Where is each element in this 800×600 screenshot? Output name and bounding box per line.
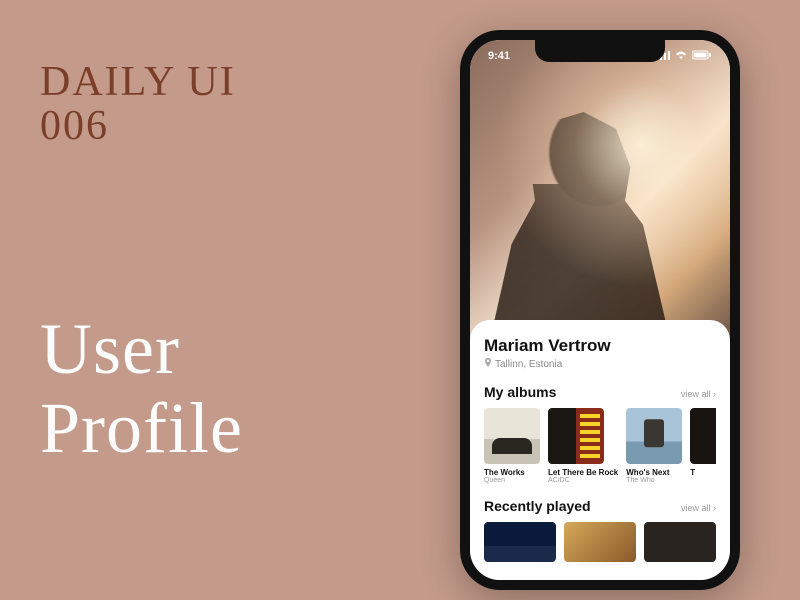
profile-photo [490,100,670,340]
profile-hero-image [470,40,730,340]
recent-view-all[interactable]: view all › [681,503,716,513]
album-artist: Queen [484,477,540,484]
album-card[interactable]: Who's Next The Who [626,408,682,484]
albums-row[interactable]: The Works Queen Let There Be Rock AC/DC … [484,408,716,484]
phone-frame: 9:41 Mariam Vertrow [460,30,740,590]
album-artist: AC/DC [548,477,618,484]
album-card[interactable]: The Works Queen [484,408,540,484]
album-title: The Works [484,468,540,477]
album-artist: The Who [626,477,682,484]
album-cover [626,408,682,464]
daily-ui-label: DAILY UI 006 [40,60,236,148]
profile-location: Tallinn, Estonia [484,358,716,370]
phone-screen: 9:41 Mariam Vertrow [470,40,730,580]
recent-title: Recently played [484,498,591,514]
album-title: Let There Be Rock [548,468,618,477]
profile-name: Mariam Vertrow [484,336,716,356]
profile-location-text: Tallinn, Estonia [495,359,562,370]
album-title: Who's Next [626,468,682,477]
albums-view-all[interactable]: view all › [681,389,716,399]
album-card[interactable]: T [690,408,716,484]
albums-section: My albums view all › The Works Queen Let… [484,384,716,484]
status-time: 9:41 [488,50,510,62]
page-title: User Profile [40,310,243,468]
album-cover [548,408,604,464]
content-sheet[interactable]: Mariam Vertrow Tallinn, Estonia My album… [470,320,730,580]
page-title-line2: Profile [40,389,243,468]
page-title-line1: User [40,310,243,389]
album-title: T [690,468,716,477]
daily-ui-line1: DAILY UI [40,60,236,104]
daily-ui-line2: 006 [40,104,236,148]
recent-item[interactable] [484,522,556,562]
album-cover [690,408,716,464]
battery-icon [692,50,712,63]
location-pin-icon [484,358,492,370]
recent-item[interactable] [564,522,636,562]
recent-row[interactable] [484,522,716,562]
notch [535,40,665,62]
album-card[interactable]: Let There Be Rock AC/DC [548,408,618,484]
recent-section: Recently played view all › [484,498,716,562]
wifi-icon [674,50,688,63]
albums-title: My albums [484,384,556,400]
recent-item[interactable] [644,522,716,562]
album-cover [484,408,540,464]
